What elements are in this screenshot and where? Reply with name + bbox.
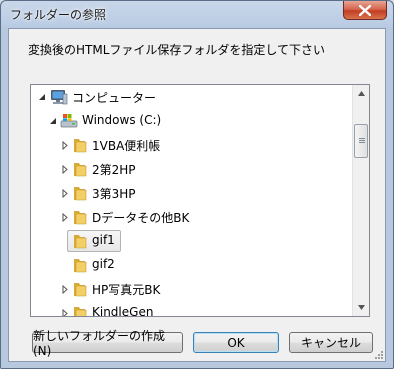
resize-grip-icon[interactable] [372,348,384,360]
tree-item-folder[interactable]: 3第3HP [31,181,352,205]
tree-item-label: Dデータその他BK [92,211,190,225]
folder-icon [70,256,88,274]
collapsed-arrow-icon[interactable] [60,187,70,199]
expanded-arrow-icon[interactable] [37,91,47,103]
tree-item-label: 3第3HP [92,187,136,201]
folder-icon [70,280,88,298]
folder-icon [70,304,88,316]
tree-item-folder[interactable]: Dデータその他BK [31,205,352,229]
expanded-arrow-icon[interactable] [48,115,58,127]
cancel-button[interactable]: キャンセル [289,332,373,353]
tree-item-computer[interactable]: コンピューター [31,85,352,109]
folder-tree-view[interactable]: コンピューター Windows (C:) 1VBA便利帳 2第2HP 3第3HP… [30,84,370,317]
instruction-text: 変換後のHTMLファイル保存フォルダを指定して下さい [28,43,326,57]
tree-item-folder[interactable]: 1VBA便利帳 [31,133,352,157]
tree-item-label: Windows (C:) [82,113,162,127]
folder-icon [70,232,88,250]
window-title: フォルダーの参照 [10,8,107,22]
collapsed-arrow-icon[interactable] [60,211,70,223]
browse-folder-dialog: フォルダーの参照 変換後のHTMLファイル保存フォルダを指定して下さい コンピュ… [0,0,394,369]
ok-button[interactable]: OK [193,332,279,353]
vertical-scrollbar[interactable] [352,85,369,316]
close-icon [359,4,371,16]
title-bar[interactable]: フォルダーの参照 [1,1,393,27]
tree-item-folder[interactable]: KindleGen [31,301,352,316]
collapsed-arrow-icon[interactable] [60,307,70,316]
tree-item-label: コンピューター [72,91,157,105]
folder-icon [70,160,88,178]
tree-item-label: HP写真元BK [92,283,161,297]
folder-icon [70,136,88,154]
new-folder-button[interactable]: 新しいフォルダーの作成(N) [32,329,183,358]
tree-item-folder[interactable]: HP写真元BK [31,277,352,301]
scroll-up-arrow-icon[interactable] [353,85,369,102]
dialog-client-area: 変換後のHTMLファイル保存フォルダを指定して下さい コンピューター Windo… [8,28,386,362]
collapsed-arrow-icon[interactable] [60,163,70,175]
tree-item-label: KindleGen [92,305,154,316]
tree-item-label: 1VBA便利帳 [92,139,161,153]
tree-item-label: 2第2HP [92,163,136,177]
close-button[interactable] [343,1,387,20]
folder-icon [70,208,88,226]
folder-icon [70,184,88,202]
tree-item-drive-c[interactable]: Windows (C:) [31,109,352,133]
tree-item-label: gif2 [92,257,115,271]
tree-item-label: gif1 [92,233,115,247]
scroll-down-arrow-icon[interactable] [353,299,369,316]
computer-icon [50,88,68,106]
tree-item-folder[interactable]: gif2 [31,253,352,277]
collapsed-arrow-icon[interactable] [60,139,70,151]
tree-item-folder[interactable]: 2第2HP [31,157,352,181]
collapsed-arrow-icon[interactable] [60,283,70,295]
drive-icon [60,112,78,130]
tree-item-folder-selected[interactable]: gif1 [31,229,352,253]
scrollbar-thumb[interactable] [354,124,368,158]
